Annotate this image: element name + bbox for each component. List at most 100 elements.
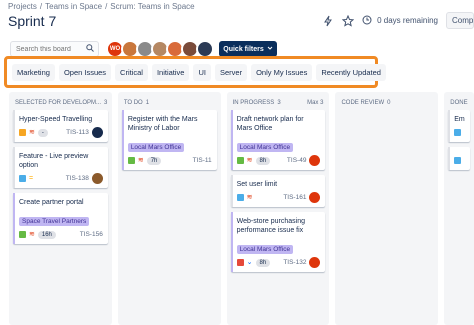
issue-card[interactable]: Em — [448, 110, 470, 142]
epic-label[interactable]: Local Mars Office — [236, 245, 294, 254]
issue-summary: Hyper-Speed Travelling — [19, 116, 93, 123]
filter-chip[interactable]: Marketing — [12, 63, 55, 81]
quick-filters-button[interactable]: Quick filters — [219, 41, 277, 57]
column-count: 3 — [104, 100, 108, 106]
breadcrumb-separator: / — [39, 2, 43, 11]
board-column: IN PROGRESS 3 Max 3 Draft network plan for … — [226, 92, 330, 325]
column-count: 1 — [145, 100, 150, 106]
priority-icon: ≋ — [29, 231, 35, 238]
filter-chip[interactable]: UI — [193, 63, 211, 81]
column-header: DONE — [448, 96, 470, 110]
issue-key[interactable]: TIS-138 — [66, 175, 89, 182]
search-input[interactable] — [16, 45, 86, 53]
assignee-avatar[interactable] — [309, 155, 321, 166]
column-title: CODE REVIEW — [341, 100, 385, 106]
card-accent-bar — [13, 193, 15, 244]
star-icon[interactable] — [341, 14, 355, 27]
issue-key[interactable]: TIS-11 — [193, 157, 212, 164]
assignee-avatar[interactable] — [309, 257, 321, 268]
quick-filter-bar: Marketing Open Issues Critical Initiative UI… — [4, 56, 386, 88]
column-max: Max 3 — [307, 100, 324, 106]
issue-card[interactable]: Draft network plan for Mars Office Local … — [230, 110, 326, 170]
issue-card[interactable]: Set user limit ≋ TIS-161 — [230, 175, 326, 207]
header-actions: 0 days remaining Complete sprint — [322, 12, 474, 29]
epic-label[interactable]: Local Mars Office — [127, 143, 185, 152]
issue-summary: Web-store purchasing performance issue f… — [236, 218, 305, 234]
issue-type-icon — [19, 231, 26, 238]
card-accent-bar — [448, 110, 451, 142]
filter-chip[interactable]: Initiative — [151, 63, 190, 81]
issue-key[interactable]: TIS-161 — [283, 194, 306, 201]
breadcrumb-item[interactable]: Teams in Space — [45, 2, 102, 11]
breadcrumb: Projects / Teams in Space / Scrum: Teams in … — [8, 2, 198, 11]
card-meta — [454, 127, 465, 138]
card-accent-bar — [121, 110, 124, 170]
card-meta: ≋ 7h TIS-11 — [127, 155, 212, 166]
issue-type-icon — [127, 157, 135, 164]
filter-chip[interactable]: Critical — [115, 63, 148, 81]
estimate-badge: 16h — [37, 230, 56, 239]
estimate-badge: 8h — [255, 258, 271, 267]
card-meta — [454, 155, 465, 166]
column-title: DONE — [450, 100, 468, 106]
page-title: Sprint 7 — [8, 13, 57, 29]
filter-chip[interactable]: Open Issues — [58, 63, 112, 81]
days-remaining: 0 days remaining — [362, 15, 438, 27]
epic-label[interactable]: Space Travel Partners — [19, 217, 90, 226]
issue-card[interactable]: Register with the Mars Ministry of Labor… — [121, 110, 217, 170]
priority-icon: ⌄ — [246, 259, 253, 266]
epic-label[interactable]: Local Mars Office — [236, 143, 294, 152]
priority-icon: ≋ — [29, 129, 35, 136]
column-count: 3 — [277, 100, 281, 106]
issue-type-icon — [19, 175, 26, 182]
card-meta: ≋ 8h TIS-49 — [236, 155, 321, 166]
assignee-avatar[interactable] — [91, 173, 103, 184]
card-accent-bar — [13, 110, 15, 142]
board-column: CODE REVIEW 0 — [335, 92, 439, 325]
board-column: SELECTED FOR DEVELOPM... 3 Hyper-Speed Tra… — [9, 92, 112, 325]
card-accent-bar — [13, 147, 15, 188]
filter-chip[interactable]: Recently Updated — [316, 63, 386, 81]
issue-type-icon — [454, 129, 462, 136]
card-meta: ⌄ 8h TIS-132 — [236, 257, 321, 268]
assignee-avatar[interactable] — [91, 127, 103, 138]
breadcrumb-item[interactable]: Scrum: Teams in Space — [110, 2, 194, 11]
card-meta: = TIS-138 — [19, 173, 103, 184]
complete-sprint-button[interactable]: Complete sprint — [446, 12, 474, 29]
issue-card[interactable]: Hyper-Speed Travelling ≋ - TIS-113 — [13, 110, 108, 142]
estimate-badge: 7h — [146, 156, 162, 165]
issue-key[interactable]: TIS-113 — [66, 129, 89, 136]
card-meta: ≋ 16h TIS-156 — [19, 229, 103, 240]
card-meta: ≋ - TIS-113 — [19, 127, 103, 138]
issue-type-icon — [236, 157, 244, 164]
issue-key[interactable]: TIS-132 — [283, 259, 306, 266]
board-column: TO DO 1 Register with the Mars Ministry of… — [117, 92, 221, 325]
issue-card[interactable] — [448, 147, 470, 170]
issue-key[interactable]: TIS-49 — [287, 157, 307, 164]
issue-type-icon — [19, 129, 26, 136]
assignee-avatar[interactable] — [309, 192, 321, 203]
filter-chip[interactable]: Server — [214, 63, 248, 81]
issue-summary: Create partner portal — [19, 199, 84, 206]
board-column: DONE Em — [444, 92, 474, 325]
issue-key[interactable]: TIS-156 — [80, 231, 103, 238]
issue-summary: Set user limit — [236, 181, 278, 188]
breadcrumb-item[interactable]: Projects — [8, 2, 37, 11]
estimate-badge: - — [37, 128, 48, 137]
card-accent-bar — [230, 110, 233, 170]
issue-card[interactable]: Feature - Live preview option = TIS-138 — [13, 147, 108, 188]
search-box[interactable] — [10, 41, 99, 57]
column-header: CODE REVIEW 0 — [339, 96, 434, 110]
card-accent-bar — [230, 175, 233, 207]
issue-type-icon — [454, 157, 462, 164]
issue-card[interactable]: Web-store purchasing performance issue f… — [230, 212, 326, 272]
filter-chip[interactable]: Only My Issues — [251, 63, 313, 81]
column-title: SELECTED FOR DEVELOPM... — [15, 100, 102, 106]
column-header: TO DO 1 — [122, 96, 217, 110]
priority-icon: ≋ — [137, 157, 144, 164]
column-header: IN PROGRESS 3 Max 3 — [231, 96, 326, 110]
lightning-icon[interactable] — [322, 15, 334, 27]
issue-type-icon — [236, 259, 244, 266]
priority-icon: = — [29, 175, 34, 182]
issue-card[interactable]: Create partner portal Space Travel Partne… — [13, 193, 108, 244]
